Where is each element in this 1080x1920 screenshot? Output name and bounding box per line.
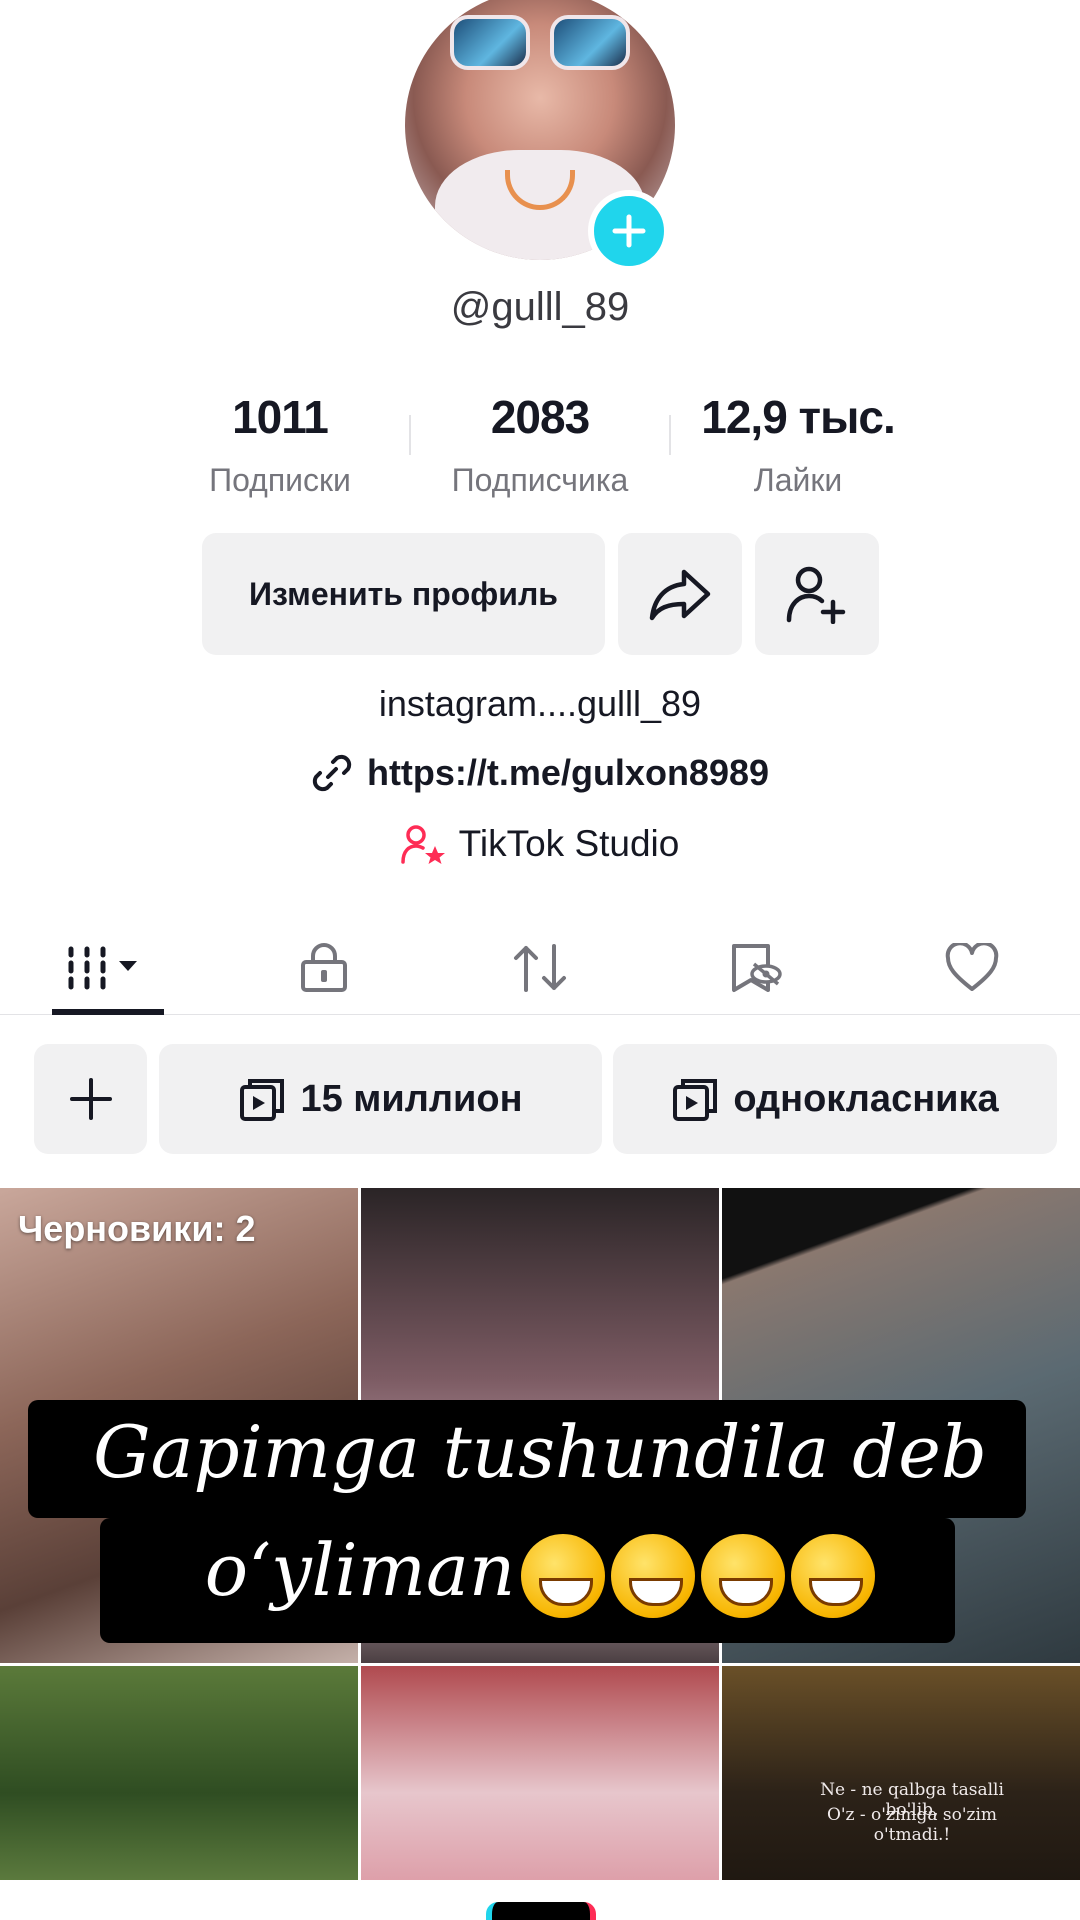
- tab-videos[interactable]: [0, 920, 216, 1015]
- face-with-hands-emoji-icon: [611, 1534, 696, 1618]
- add-story-button[interactable]: [588, 190, 670, 272]
- playlist-icon: [240, 1079, 285, 1121]
- thumbnail-text: O'z - o'zimga so'zim o'tmadi.!: [826, 1805, 998, 1845]
- playlist-label: 15 миллион: [300, 1077, 523, 1120]
- following-count: 1011: [232, 391, 329, 443]
- grid-icon: [68, 946, 137, 989]
- content-tabs: [0, 920, 1080, 1015]
- likes-count: 12,9 тыс.: [701, 391, 896, 443]
- grin-emoji-icon: [521, 1534, 606, 1618]
- add-friends-button[interactable]: [755, 533, 879, 655]
- drafts-label: Черновики: 2: [18, 1208, 256, 1249]
- caption-line-2: o‘yliman: [0, 1528, 1080, 1618]
- caption-text: o‘yliman: [204, 1528, 516, 1612]
- followers-count: 2083: [490, 391, 590, 443]
- link-text[interactable]: https://t.me/gulxon8989: [367, 752, 769, 794]
- tab-private[interactable]: [216, 920, 432, 1015]
- hand-over-mouth-emoji-icon: [701, 1534, 786, 1618]
- playlist-chip[interactable]: однокласника: [613, 1044, 1057, 1154]
- playlist-icon: [673, 1079, 718, 1121]
- heart-icon: [945, 942, 999, 991]
- bookmark-hidden-icon: [732, 943, 782, 992]
- profile-link[interactable]: https://t.me/gulxon8989: [0, 752, 1080, 794]
- studio-label: TikTok Studio: [458, 823, 680, 864]
- share-profile-button[interactable]: [618, 533, 742, 655]
- edit-profile-button[interactable]: Изменить профиль: [202, 533, 605, 655]
- following-label: Подписки: [209, 462, 351, 498]
- avatar-detail: [450, 15, 530, 70]
- tab-reposts[interactable]: [432, 920, 648, 1015]
- plus-icon: [612, 214, 646, 248]
- likes-label: Лайки: [753, 462, 843, 498]
- creator-star-icon: [400, 825, 445, 864]
- link-icon: [312, 754, 352, 792]
- likes-stat[interactable]: 12,9 тыс. Лайки: [668, 390, 928, 499]
- add-playlist-button[interactable]: [34, 1044, 147, 1154]
- followers-stat[interactable]: 2083 Подписчика: [410, 390, 670, 499]
- lock-icon: [301, 942, 347, 992]
- create-button[interactable]: [486, 1902, 596, 1920]
- repost-icon: [514, 943, 566, 992]
- playlist-label: однокласника: [733, 1077, 999, 1120]
- bio-text: instagram....gulll_89: [378, 683, 702, 724]
- plus-icon: [69, 1078, 112, 1120]
- username: @gulll_89: [450, 285, 630, 329]
- active-tab-indicator: [52, 1009, 164, 1015]
- grin-emoji-icon: [791, 1534, 876, 1618]
- add-user-icon: [786, 566, 846, 624]
- following-stat[interactable]: 1011 Подписки: [150, 390, 410, 499]
- avatar-detail: [550, 15, 630, 70]
- playlist-chip[interactable]: 15 миллион: [159, 1044, 602, 1154]
- followers-label: Подписчика: [451, 462, 629, 498]
- share-arrow-icon: [649, 569, 711, 621]
- tab-favorites[interactable]: [648, 920, 864, 1015]
- tab-liked[interactable]: [864, 920, 1080, 1015]
- caption-line: Gapimga tushundila deb: [93, 1410, 987, 1494]
- tiktok-studio-link[interactable]: TikTok Studio: [0, 823, 1080, 865]
